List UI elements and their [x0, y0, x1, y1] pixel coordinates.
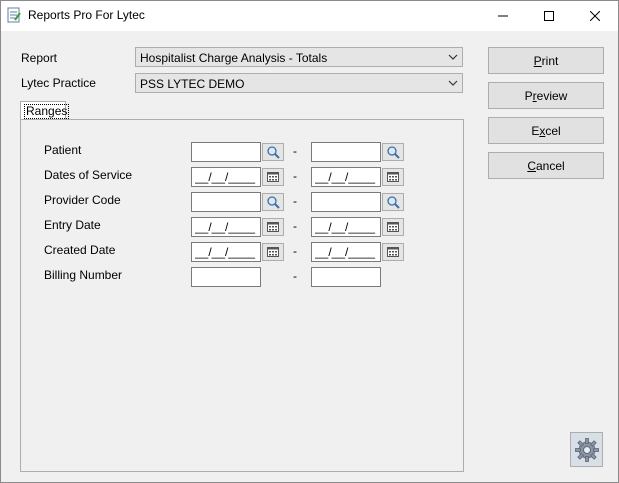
- billing-to-input[interactable]: [311, 267, 381, 287]
- tab-ranges-label: Ranges: [24, 104, 70, 119]
- dialog-content: Report Hospitalist Charge Analysis - Tot…: [1, 31, 618, 482]
- entry-date-label: Entry Date: [44, 218, 101, 232]
- excel-button[interactable]: Ex cel: [488, 117, 604, 144]
- app-window: Reports Pro For Lytec Report Hospitalist…: [0, 0, 619, 483]
- range-dash: -: [293, 219, 297, 233]
- preview-button-post: eview: [536, 88, 568, 103]
- created-date-to-calendar-button[interactable]: [382, 243, 404, 261]
- cancel-button[interactable]: Cancel: [488, 152, 604, 179]
- report-app-icon: [7, 7, 21, 23]
- dos-to-calendar-button[interactable]: [382, 168, 404, 186]
- range-dash: -: [293, 244, 297, 258]
- report-select[interactable]: Hospitalist Charge Analysis - Totals: [135, 47, 463, 67]
- maximize-button[interactable]: [526, 1, 572, 31]
- maximize-icon: [544, 11, 554, 21]
- dos-from-calendar-button[interactable]: [262, 168, 284, 186]
- created-date-from-calendar-button[interactable]: [262, 243, 284, 261]
- range-dash: -: [293, 169, 297, 183]
- practice-select-value: PSS LYTEC DEMO: [140, 77, 245, 91]
- practice-select[interactable]: PSS LYTEC DEMO: [135, 73, 463, 93]
- magnifier-icon: [387, 146, 400, 159]
- ranges-panel: Patient - Dates of Service - Provider Co: [20, 119, 464, 472]
- billing-from-input[interactable]: [191, 267, 261, 287]
- print-button-key: P: [533, 53, 542, 68]
- preview-button-pre: P: [524, 88, 533, 103]
- magnifier-icon: [267, 146, 280, 159]
- calendar-icon: [387, 247, 399, 257]
- range-dash: -: [293, 269, 297, 283]
- minimize-icon: [498, 15, 508, 17]
- entry-date-to-input[interactable]: [311, 217, 381, 237]
- entry-date-from-calendar-button[interactable]: [262, 218, 284, 236]
- provider-to-lookup-button[interactable]: [382, 193, 404, 211]
- created-date-from-input[interactable]: [191, 242, 261, 262]
- provider-to-input[interactable]: [311, 192, 381, 212]
- chevron-down-icon: [448, 54, 458, 60]
- excel-button-pre: E: [531, 123, 540, 138]
- patient-to-input[interactable]: [311, 142, 381, 162]
- settings-button[interactable]: [570, 432, 603, 467]
- billing-number-label: Billing Number: [44, 268, 123, 282]
- window-title: Reports Pro For Lytec: [28, 8, 145, 22]
- dos-from-input[interactable]: [191, 167, 261, 187]
- preview-button[interactable]: Pr eview: [488, 82, 604, 109]
- dates-of-service-label: Dates of Service: [44, 168, 133, 182]
- patient-from-lookup-button[interactable]: [262, 143, 284, 161]
- magnifier-icon: [267, 196, 280, 209]
- tab-ranges[interactable]: Ranges: [20, 101, 70, 119]
- practice-label: Lytec Practice: [21, 76, 96, 90]
- dos-to-input[interactable]: [311, 167, 381, 187]
- close-icon: [590, 11, 600, 21]
- calendar-icon: [267, 172, 279, 182]
- patient-from-input[interactable]: [191, 142, 261, 162]
- patient-to-lookup-button[interactable]: [382, 143, 404, 161]
- provider-from-input[interactable]: [191, 192, 261, 212]
- provider-from-lookup-button[interactable]: [262, 193, 284, 211]
- report-label: Report: [21, 51, 58, 65]
- range-dash: -: [293, 144, 297, 158]
- gear-icon: [574, 437, 599, 462]
- cancel-button-key: C: [527, 158, 536, 173]
- print-button-post: rint: [541, 53, 559, 68]
- entry-date-to-calendar-button[interactable]: [382, 218, 404, 236]
- magnifier-icon: [387, 196, 400, 209]
- calendar-icon: [387, 222, 399, 232]
- created-date-label: Created Date: [44, 243, 116, 257]
- created-date-to-input[interactable]: [311, 242, 381, 262]
- minimize-button[interactable]: [480, 1, 526, 31]
- range-dash: -: [293, 194, 297, 208]
- calendar-icon: [387, 172, 399, 182]
- cancel-button-post: ancel: [535, 158, 565, 173]
- provider-code-label: Provider Code: [44, 193, 121, 207]
- calendar-icon: [267, 222, 279, 232]
- close-button[interactable]: [572, 1, 618, 31]
- calendar-icon: [267, 247, 279, 257]
- print-button[interactable]: Print: [488, 47, 604, 74]
- patient-label: Patient: [44, 143, 82, 157]
- excel-button-post: cel: [545, 123, 561, 138]
- title-bar[interactable]: Reports Pro For Lytec: [1, 1, 618, 31]
- chevron-down-icon: [448, 80, 458, 86]
- report-select-value: Hospitalist Charge Analysis - Totals: [140, 51, 328, 65]
- entry-date-from-input[interactable]: [191, 217, 261, 237]
